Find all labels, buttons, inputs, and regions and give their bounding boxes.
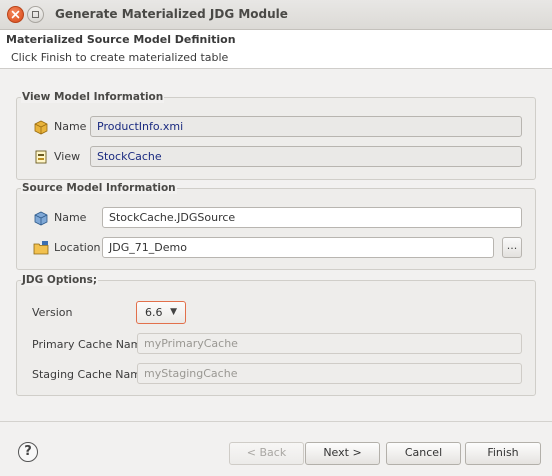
close-window-button[interactable] [7, 6, 24, 23]
view-model-group: View Model Information Name ProductInfo.… [16, 91, 536, 180]
view-model-view-field[interactable]: StockCache [90, 146, 522, 167]
source-model-icon [34, 211, 48, 226]
finish-button[interactable]: Finish [465, 442, 541, 465]
banner-message: Click Finish to create materialized tabl… [11, 51, 229, 64]
wizard-banner: Materialized Source Model Definition Cli… [0, 30, 552, 69]
help-icon[interactable]: ? [18, 442, 38, 462]
primary-cache-input[interactable]: myPrimaryCache [137, 333, 522, 354]
version-select-value: 6.6 [145, 306, 163, 319]
version-label: Version [32, 306, 73, 319]
source-model-group-label: Source Model Information [21, 182, 177, 194]
view-model-group-label: View Model Information [21, 91, 165, 103]
primary-cache-label: Primary Cache Name [32, 338, 149, 351]
close-icon [11, 10, 20, 19]
view-table-icon [35, 150, 47, 164]
dropdown-arrow-icon: ▼ [170, 307, 177, 317]
back-button[interactable]: < Back [229, 442, 304, 465]
version-select[interactable]: 6.6 ▼ [136, 301, 186, 324]
banner-title: Materialized Source Model Definition [6, 33, 236, 46]
window-title: Generate Materialized JDG Module [55, 7, 288, 21]
next-button[interactable]: Next > [305, 442, 380, 465]
view-model-name-label: Name [54, 120, 87, 133]
wizard-footer: ? < Back Next > Cancel Finish [0, 421, 552, 476]
window-titlebar: Generate Materialized JDG Module [0, 0, 552, 30]
maximize-window-button[interactable] [27, 6, 44, 23]
staging-cache-label: Staging Cache Name [32, 368, 148, 381]
cancel-button[interactable]: Cancel [386, 442, 461, 465]
jdg-options-group-label: JDG Options; [21, 274, 99, 286]
staging-cache-input[interactable]: myStagingCache [137, 363, 522, 384]
view-model-view-label: View [54, 150, 81, 163]
maximize-icon [32, 11, 39, 18]
source-model-name-label: Name [54, 211, 87, 224]
location-folder-icon [33, 241, 49, 255]
source-model-location-input[interactable]: JDG_71_Demo [102, 237, 494, 258]
browse-location-button[interactable]: ... [502, 237, 522, 258]
jdg-options-group: JDG Options; Version 6.6 ▼ Primary Cache… [16, 274, 536, 396]
model-package-icon [34, 120, 48, 135]
source-model-name-input[interactable]: StockCache.JDGSource [102, 207, 522, 228]
source-model-location-label: Location [54, 241, 101, 254]
view-model-name-field[interactable]: ProductInfo.xmi [90, 116, 522, 137]
source-model-group: Source Model Information Name StockCache… [16, 182, 536, 270]
